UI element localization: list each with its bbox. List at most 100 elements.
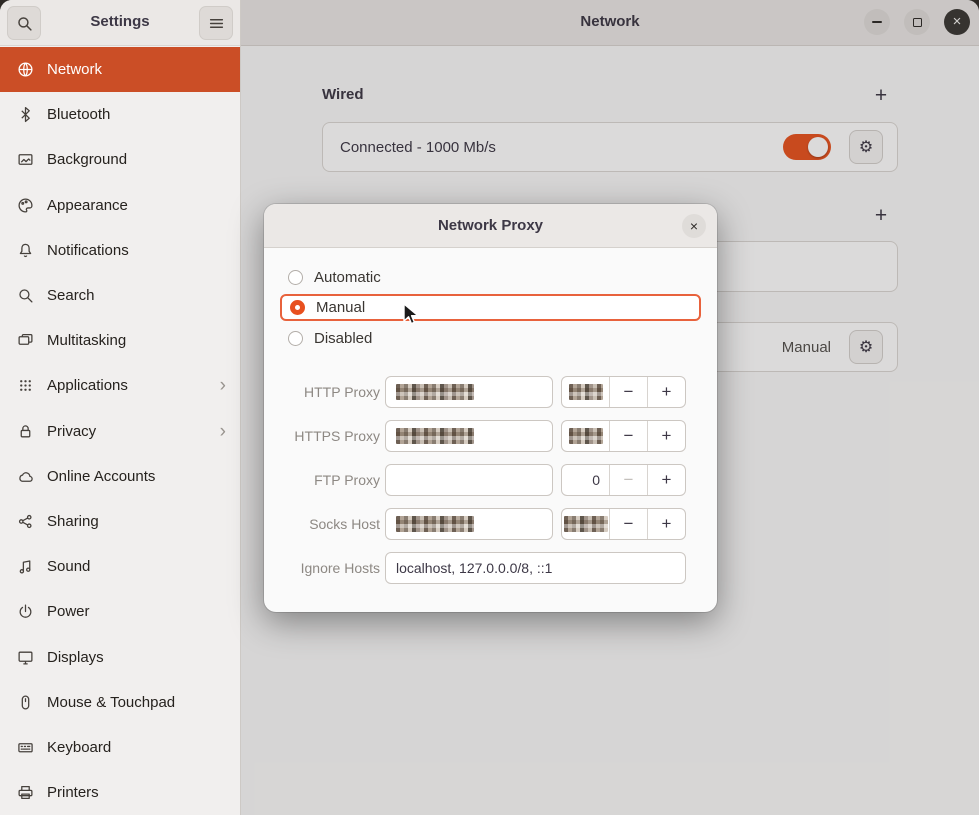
sidebar-item-printers[interactable]: Printers bbox=[0, 770, 240, 815]
port-value[interactable] bbox=[562, 421, 609, 451]
sidebar-item-label: Mouse & Touchpad bbox=[47, 694, 175, 711]
network-icon bbox=[17, 61, 34, 78]
background-icon bbox=[17, 151, 34, 168]
radio-dot bbox=[295, 305, 300, 310]
decrement-button[interactable]: − bbox=[609, 377, 647, 407]
sidebar-item-online-accounts[interactable]: Online Accounts bbox=[0, 454, 240, 499]
sidebar-item-mouse-touchpad[interactable]: Mouse & Touchpad bbox=[0, 680, 240, 725]
option-disabled[interactable]: Disabled bbox=[280, 325, 701, 351]
decrement-button[interactable]: − bbox=[609, 421, 647, 451]
sidebar-item-keyboard[interactable]: Keyboard bbox=[0, 725, 240, 770]
sidebar-item-label: Notifications bbox=[47, 242, 129, 259]
sidebar-item-label: Keyboard bbox=[47, 739, 111, 756]
radio-disabled[interactable] bbox=[288, 331, 303, 346]
lock-icon bbox=[17, 423, 34, 440]
apps-grid-icon bbox=[17, 377, 34, 394]
port-value[interactable]: 0 bbox=[562, 465, 609, 495]
socks-host-row: Socks Host − + bbox=[280, 508, 701, 540]
https-proxy-port-spinner: − + bbox=[561, 420, 686, 452]
http-proxy-host-field[interactable] bbox=[385, 376, 553, 408]
search-icon bbox=[17, 287, 34, 304]
redacted-host-value bbox=[396, 428, 474, 444]
increment-button[interactable]: + bbox=[647, 509, 685, 539]
bell-icon bbox=[17, 242, 34, 259]
sidebar-items: Network Bluetooth Background Appearance … bbox=[0, 47, 240, 815]
dialog-header: Network Proxy × bbox=[264, 204, 717, 248]
redacted-port-value bbox=[564, 516, 608, 532]
sidebar-item-applications[interactable]: Applications › bbox=[0, 363, 240, 408]
radio-manual[interactable] bbox=[290, 300, 305, 315]
sidebar-item-privacy[interactable]: Privacy › bbox=[0, 409, 240, 454]
proxy-form: HTTP Proxy − + HTTPS Proxy − + bbox=[280, 376, 701, 584]
ftp-proxy-host-field[interactable] bbox=[385, 464, 553, 496]
close-icon: × bbox=[690, 218, 698, 234]
sidebar-item-network[interactable]: Network bbox=[0, 47, 240, 92]
redacted-host-value bbox=[396, 516, 474, 532]
socks-port-spinner: − + bbox=[561, 508, 686, 540]
ignore-hosts-row: Ignore Hosts bbox=[280, 552, 701, 584]
sidebar-item-notifications[interactable]: Notifications bbox=[0, 228, 240, 273]
sidebar-item-label: Online Accounts bbox=[47, 468, 155, 485]
option-label: Disabled bbox=[314, 330, 372, 347]
dialog-close-button[interactable]: × bbox=[682, 214, 706, 238]
increment-button[interactable]: + bbox=[647, 377, 685, 407]
sidebar-item-multitasking[interactable]: Multitasking bbox=[0, 318, 240, 363]
sidebar-item-label: Sharing bbox=[47, 513, 99, 530]
ftp-proxy-row: FTP Proxy 0 − + bbox=[280, 464, 701, 496]
sidebar-item-appearance[interactable]: Appearance bbox=[0, 183, 240, 228]
port-value[interactable] bbox=[562, 377, 609, 407]
sidebar-item-label: Power bbox=[47, 603, 90, 620]
sidebar-item-label: Background bbox=[47, 151, 127, 168]
sidebar-item-displays[interactable]: Displays bbox=[0, 634, 240, 679]
keyboard-icon bbox=[17, 739, 34, 756]
sidebar-item-label: Search bbox=[47, 287, 95, 304]
sidebar-item-label: Multitasking bbox=[47, 332, 126, 349]
decrement-button[interactable]: − bbox=[609, 465, 647, 495]
ignore-hosts-field[interactable] bbox=[385, 552, 686, 584]
music-note-icon bbox=[17, 558, 34, 575]
option-automatic[interactable]: Automatic bbox=[280, 264, 701, 290]
radio-automatic[interactable] bbox=[288, 270, 303, 285]
sidebar-item-sound[interactable]: Sound bbox=[0, 544, 240, 589]
sidebar-item-sharing[interactable]: Sharing bbox=[0, 499, 240, 544]
sidebar-item-label: Applications bbox=[47, 377, 128, 394]
menu-button[interactable] bbox=[199, 6, 233, 40]
sidebar-item-label: Privacy bbox=[47, 423, 96, 440]
option-label: Manual bbox=[316, 299, 365, 316]
socks-host-field[interactable] bbox=[385, 508, 553, 540]
sidebar-item-search[interactable]: Search bbox=[0, 273, 240, 318]
dialog-body: Automatic Manual Disabled HTTP Proxy − + bbox=[264, 248, 717, 584]
chevron-right-icon: › bbox=[220, 422, 226, 441]
port-value[interactable] bbox=[562, 509, 609, 539]
multitasking-icon bbox=[17, 332, 34, 349]
redacted-port-value bbox=[569, 384, 603, 400]
https-proxy-row: HTTPS Proxy − + bbox=[280, 420, 701, 452]
appearance-icon bbox=[17, 197, 34, 214]
sidebar: Settings Network Bluetooth Background Ap… bbox=[0, 0, 241, 815]
option-manual[interactable]: Manual bbox=[280, 294, 701, 321]
settings-window: Settings Network Bluetooth Background Ap… bbox=[0, 0, 979, 815]
increment-button[interactable]: + bbox=[647, 421, 685, 451]
sidebar-item-bluetooth[interactable]: Bluetooth bbox=[0, 92, 240, 137]
increment-button[interactable]: + bbox=[647, 465, 685, 495]
chevron-right-icon: › bbox=[220, 376, 226, 395]
sidebar-item-power[interactable]: Power bbox=[0, 589, 240, 634]
sidebar-item-background[interactable]: Background bbox=[0, 137, 240, 182]
ftp-proxy-port-spinner: 0 − + bbox=[561, 464, 686, 496]
option-label: Automatic bbox=[314, 269, 381, 286]
decrement-button[interactable]: − bbox=[609, 509, 647, 539]
redacted-host-value bbox=[396, 384, 474, 400]
socks-host-label: Socks Host bbox=[280, 516, 380, 532]
redacted-port-value bbox=[569, 428, 603, 444]
display-icon bbox=[17, 649, 34, 666]
bluetooth-icon bbox=[17, 106, 34, 123]
share-icon bbox=[17, 513, 34, 530]
https-proxy-host-field[interactable] bbox=[385, 420, 553, 452]
hamburger-icon bbox=[208, 15, 225, 32]
ftp-proxy-label: FTP Proxy bbox=[280, 472, 380, 488]
network-proxy-dialog: Network Proxy × Automatic Manual Disable… bbox=[264, 204, 717, 612]
power-icon bbox=[17, 603, 34, 620]
dialog-title: Network Proxy bbox=[264, 217, 717, 234]
printer-icon bbox=[17, 784, 34, 801]
sidebar-header: Settings bbox=[0, 0, 240, 46]
